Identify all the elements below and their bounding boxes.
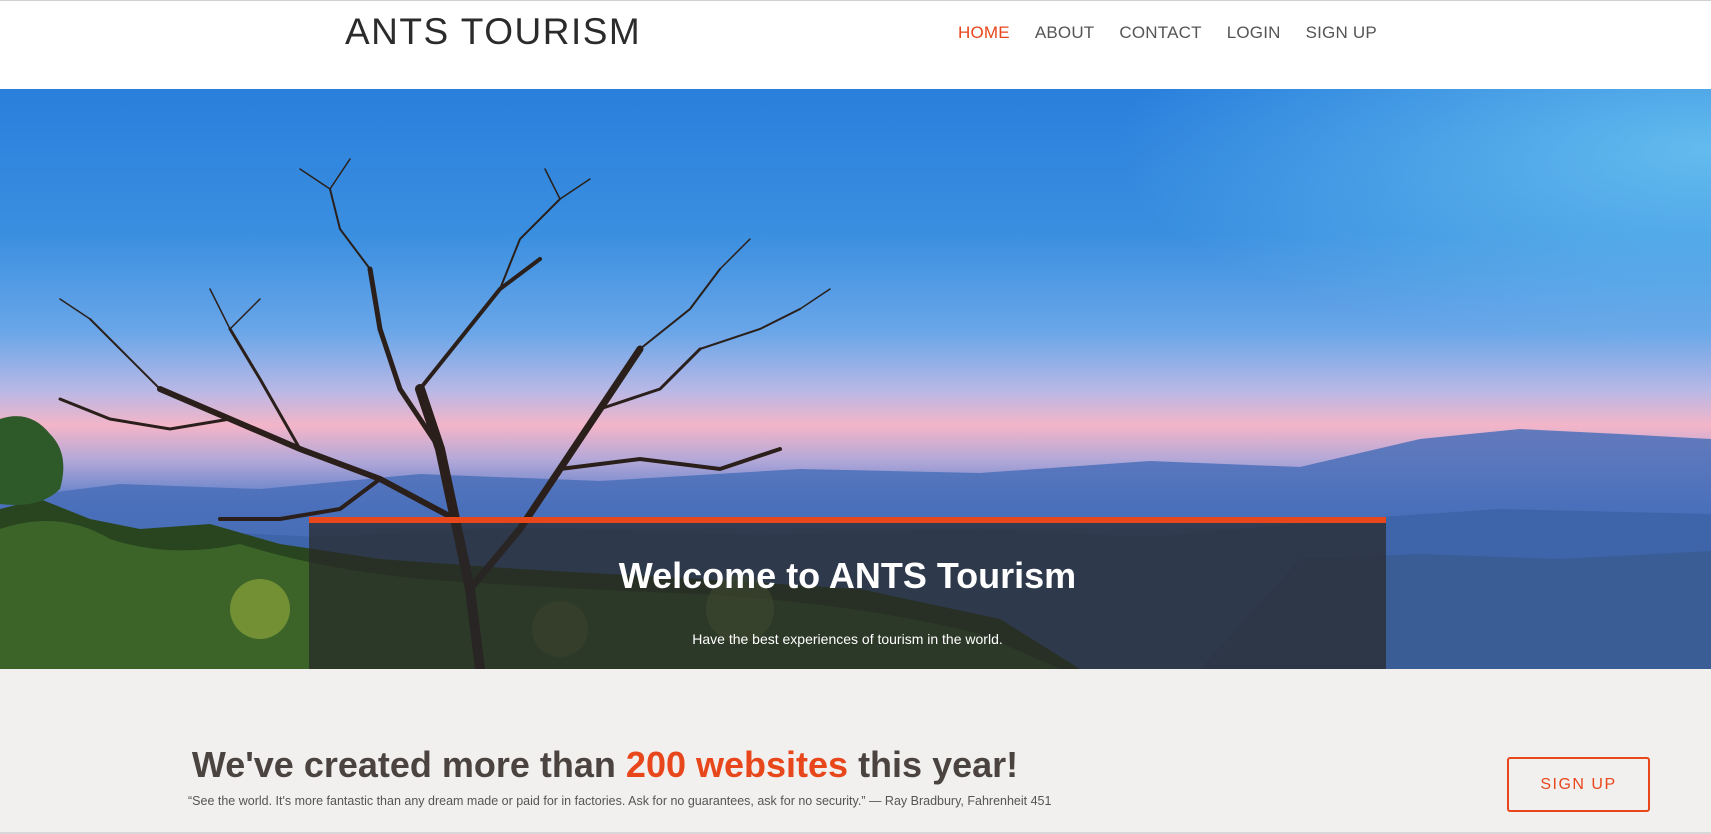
promo-heading-before: We've created more than — [191, 744, 626, 785]
top-navbar: ANTS TOURISM HOME ABOUT CONTACT LOGIN SI… — [0, 0, 1711, 89]
promo-signup-button[interactable]: SIGN UP — [1507, 757, 1650, 812]
promo-heading-after: this year! — [848, 744, 1019, 785]
hero-subtitle: Have the best experiences of tourism in … — [692, 631, 1003, 647]
nav-contact-link[interactable]: CONTACT — [1119, 23, 1201, 43]
brand-logo[interactable]: ANTS TOURISM — [345, 11, 641, 53]
promo-section: We've created more than 200 websites thi… — [0, 669, 1711, 834]
hero-banner: Welcome to ANTS Tourism Have the best ex… — [0, 89, 1711, 669]
promo-heading-highlight: 200 websites — [625, 744, 849, 785]
hero-title: Welcome to ANTS Tourism — [618, 555, 1077, 596]
welcome-overlay: Welcome to ANTS Tourism Have the best ex… — [309, 517, 1386, 669]
promo-quote: “See the world. It's more fantastic than… — [188, 794, 1052, 808]
tree-canopy-left — [0, 416, 64, 505]
nav-login-link[interactable]: LOGIN — [1227, 23, 1281, 43]
nav-about-link[interactable]: ABOUT — [1035, 23, 1095, 43]
main-nav: HOME ABOUT CONTACT LOGIN SIGN UP — [958, 23, 1402, 43]
nav-home-link[interactable]: HOME — [958, 23, 1010, 43]
promo-heading: We've created more than 200 websites thi… — [0, 744, 1210, 786]
nav-signup-link[interactable]: SIGN UP — [1306, 23, 1377, 43]
